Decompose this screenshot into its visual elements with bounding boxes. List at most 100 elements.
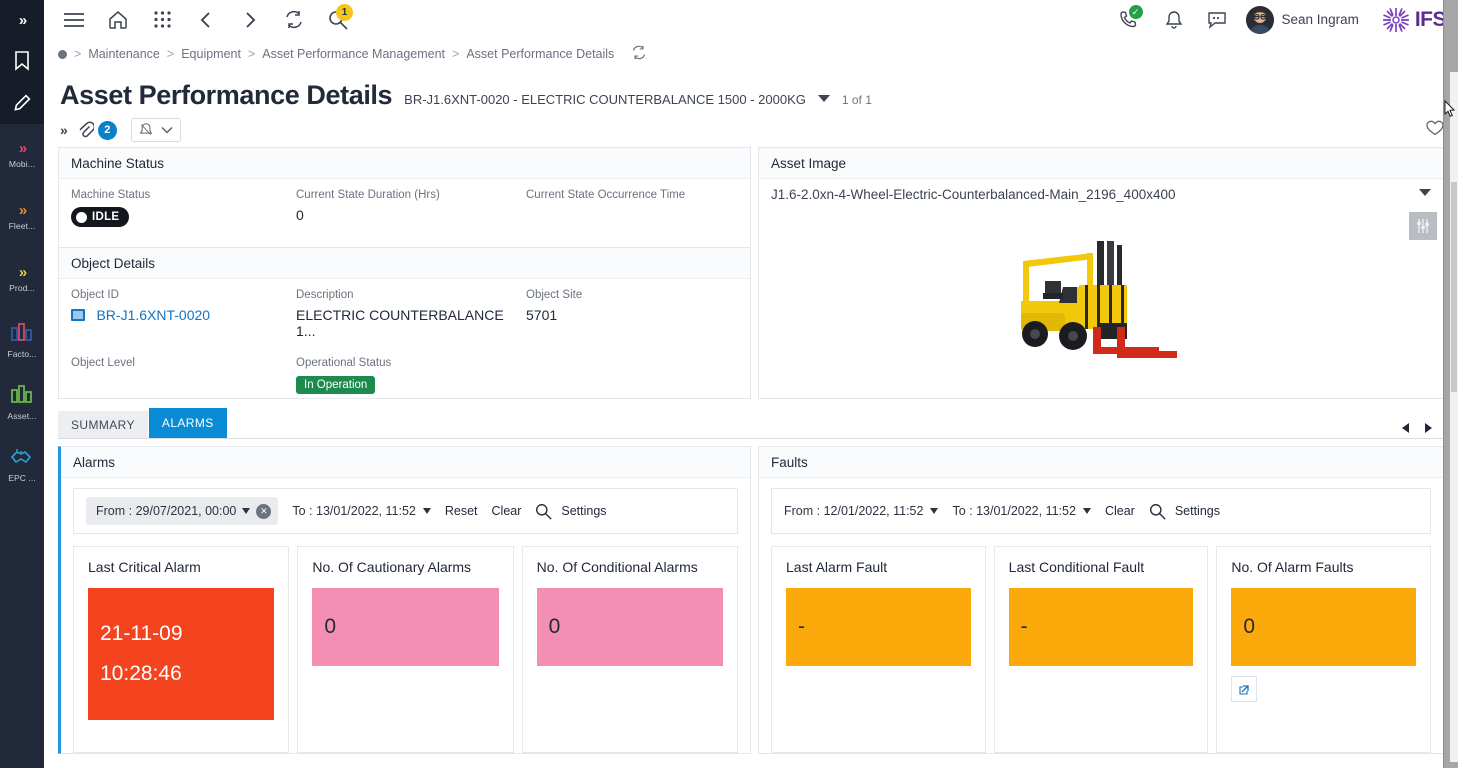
alarms-reset-button[interactable]: Reset: [445, 504, 478, 518]
breadcrumb-refresh-icon[interactable]: [631, 45, 647, 63]
caret-down-icon[interactable]: [242, 508, 251, 514]
caret-down-icon[interactable]: [422, 508, 431, 514]
chevron-right-icon[interactable]: [228, 0, 272, 40]
caret-down-icon[interactable]: [1419, 189, 1431, 196]
search-icon[interactable]: 1: [316, 0, 360, 40]
pencil-icon[interactable]: [0, 82, 44, 124]
field-value: ELECTRIC COUNTERBALANCE 1...: [296, 307, 504, 339]
kpi-last-alarm-fault[interactable]: Last Alarm Fault -: [771, 546, 986, 753]
search-icon: [536, 503, 553, 520]
chevron-left-icon[interactable]: [184, 0, 228, 40]
kpi-value-line1: 21-11-09: [100, 622, 183, 645]
kpi-no-of-conditional-alarms[interactable]: No. Of Conditional Alarms 0: [521, 546, 738, 753]
hamburger-menu-icon[interactable]: [52, 0, 96, 40]
refresh-sync-icon[interactable]: [272, 0, 316, 40]
object-id-value[interactable]: BR-J1.6XNT-0020: [71, 307, 296, 325]
tab-navigation: [1402, 423, 1444, 438]
field-label: Machine Status: [71, 189, 151, 201]
object-id-link[interactable]: BR-J1.6XNT-0020: [96, 307, 210, 323]
asset-image-body: [759, 202, 1443, 398]
bell-icon[interactable]: [1152, 0, 1196, 40]
bell-outline-icon: [139, 123, 153, 135]
tab-alarms[interactable]: ALARMS: [148, 408, 227, 438]
caret-down-icon[interactable]: [930, 508, 939, 514]
machine-status-card: Machine Status Machine Status IDLE Curre…: [58, 147, 751, 248]
faults-to-filter[interactable]: To : 13/01/2022, 11:52: [952, 504, 1091, 518]
page-title-bar: Asset Performance Details BR-J1.6XNT-002…: [44, 68, 1458, 113]
sidebar-item-asset[interactable]: Asset...: [0, 372, 44, 434]
faults-search-group[interactable]: Settings: [1149, 503, 1220, 520]
kpi-value-line1: 0: [548, 615, 561, 638]
sidebar-item-prod[interactable]: » Prod...: [0, 248, 44, 310]
grid-apps-icon[interactable]: [140, 0, 184, 40]
top-navigation-bar: 1 ✓ Sean Ingram IFS: [44, 0, 1458, 40]
object-toolbar: » 2: [44, 113, 1458, 147]
kpi-no-of-alarm-faults[interactable]: No. Of Alarm Faults 0: [1216, 546, 1432, 753]
double-chevron-right-icon: »: [18, 11, 27, 29]
page-scrollbar-track[interactable]: [1450, 72, 1458, 762]
bookmark-icon[interactable]: [0, 40, 44, 82]
sidebar-item-fleet[interactable]: » Fleet...: [0, 186, 44, 248]
favorite-heart-icon[interactable]: [1426, 120, 1444, 141]
image-settings-button[interactable]: [1409, 212, 1437, 240]
alarms-to-filter[interactable]: To : 13/01/2022, 11:52: [292, 504, 431, 518]
caret-down-icon[interactable]: [817, 95, 830, 102]
avatar[interactable]: [1245, 5, 1274, 34]
handshake-icon: [10, 447, 34, 470]
faults-kpi-row: Last Alarm Fault - Last Conditional Faul…: [759, 534, 1443, 753]
breadcrumb-item-asset-performance-management[interactable]: Asset Performance Management: [262, 47, 445, 61]
kpi-no-of-cautionary-alarms[interactable]: No. Of Cautionary Alarms 0: [297, 546, 514, 753]
user-name[interactable]: Sean Ingram: [1282, 12, 1359, 27]
phone-icon[interactable]: ✓: [1108, 0, 1152, 40]
alarms-settings-button[interactable]: Settings: [561, 504, 606, 518]
external-link-icon[interactable]: [1231, 676, 1258, 702]
chat-bubble-icon[interactable]: [1196, 0, 1240, 40]
ifs-wordmark: IFS: [1414, 7, 1447, 31]
breadcrumb-item-asset-performance-details[interactable]: Asset Performance Details: [466, 47, 614, 61]
breadcrumb-item-equipment[interactable]: Equipment: [181, 47, 241, 61]
tab-summary[interactable]: SUMMARY: [58, 411, 148, 438]
alarms-from-filter[interactable]: From : 29/07/2021, 00:00 ✕: [86, 497, 279, 525]
alarms-clear-button[interactable]: Clear: [492, 504, 522, 518]
page-scrollbar-thumb[interactable]: [1451, 182, 1457, 392]
faults-from-filter[interactable]: From : 12/01/2022, 11:52: [784, 504, 939, 518]
breadcrumb-home-dot-icon[interactable]: [58, 49, 67, 59]
alarms-from-clear-icon[interactable]: ✕: [256, 503, 272, 519]
faults-clear-button[interactable]: Clear: [1105, 504, 1135, 518]
kpi-last-conditional-fault[interactable]: Last Conditional Fault -: [993, 546, 1209, 753]
triangle-left-icon[interactable]: [1402, 423, 1409, 433]
field-label: Description: [296, 289, 354, 301]
rail-expand-button[interactable]: »: [0, 0, 44, 40]
double-chevron-right-icon[interactable]: »: [60, 122, 69, 138]
notification-dropdown-button[interactable]: [130, 118, 181, 142]
object-screen-icon: [71, 309, 85, 321]
kpi-title: Last Critical Alarm: [88, 559, 201, 575]
machine-status-fields: Machine Status IDLE Current State Durati…: [59, 179, 750, 232]
field-current-state-occurrence-time: Current State Occurrence Time: [526, 189, 685, 228]
status-dot-icon: [76, 211, 87, 223]
asset-image-selector[interactable]: J1.6-2.0xn-4-Wheel-Electric-Counterbalan…: [759, 179, 1443, 202]
home-icon[interactable]: [96, 0, 140, 40]
breadcrumb-item-maintenance[interactable]: Maintenance: [88, 47, 160, 61]
kpi-value-box: 0: [312, 588, 499, 666]
kpi-value-line2: 10:28:46: [100, 662, 182, 685]
caret-down-icon[interactable]: [1082, 508, 1091, 514]
sidebar-item-mobi[interactable]: » Mobi...: [0, 124, 44, 186]
sidebar-item-epc[interactable]: EPC ...: [0, 434, 44, 496]
faults-settings-button[interactable]: Settings: [1175, 504, 1220, 518]
field-value: 5701: [526, 307, 558, 323]
attachments-button[interactable]: 2: [77, 120, 117, 140]
paperclip-icon: [79, 121, 94, 138]
faults-to-label: To : 13/01/2022, 11:52: [952, 504, 1076, 518]
main-area: 1 ✓ Sean Ingram IFS > Maintenance > Equi…: [44, 0, 1458, 768]
rail-tools: [0, 40, 44, 124]
sidebar-item-facto[interactable]: Facto...: [0, 310, 44, 372]
yellow-forklift-image: [1001, 235, 1201, 365]
page-subtitle: BR-J1.6XNT-0020 - ELECTRIC COUNTERBALANC…: [404, 92, 806, 107]
alarms-search-group[interactable]: Settings: [535, 503, 607, 520]
triangle-right-icon[interactable]: [1425, 423, 1432, 433]
field-value: 0: [296, 207, 304, 223]
object-details-header: Object Details: [59, 248, 750, 279]
kpi-value-line1: 0: [324, 615, 337, 638]
kpi-last-critical-alarm[interactable]: Last Critical Alarm 21-11-09 10:28:46: [73, 546, 290, 753]
